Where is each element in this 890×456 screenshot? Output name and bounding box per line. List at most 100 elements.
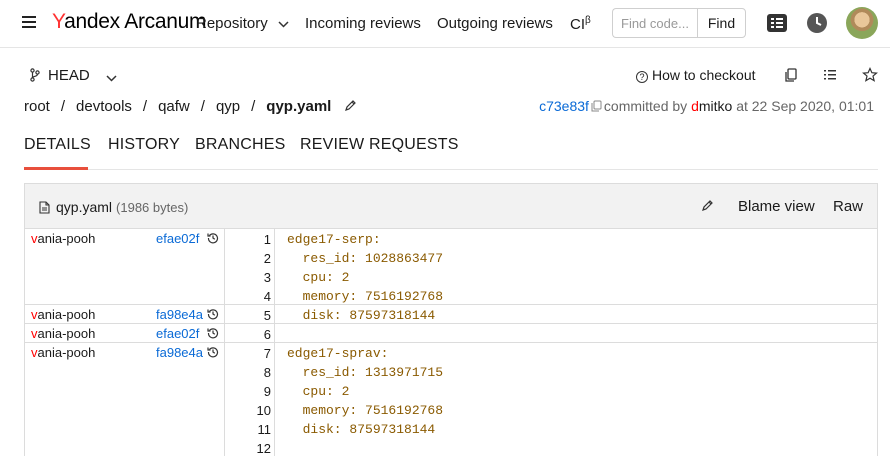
- chevron-down-icon: [106, 75, 117, 82]
- blame-view-button[interactable]: Blame view: [738, 198, 815, 215]
- line-number[interactable]: 11: [226, 422, 272, 437]
- line-number[interactable]: 12: [226, 441, 271, 456]
- blame-group-divider: [25, 342, 877, 343]
- tab-history[interactable]: HISTORY: [108, 136, 180, 154]
- blame-row: vania-pooh efae02f: [25, 229, 225, 248]
- how-to-checkout-link[interactable]: ? How to checkout: [636, 67, 756, 83]
- history-icon[interactable]: [207, 308, 219, 320]
- blame-author-rest: ania-pooh: [37, 307, 96, 322]
- code-line: memory: 7516192768: [287, 289, 444, 304]
- top-bar: Yandex Arcanum Repository Incoming revie…: [0, 0, 890, 48]
- breadcrumb-separator: /: [142, 98, 148, 115]
- blame-commit-link[interactable]: efae02f: [156, 326, 199, 341]
- nav-repository-label: Repository: [196, 15, 268, 32]
- breadcrumb-qyp[interactable]: qyp: [216, 98, 240, 115]
- code-line: edge17-sprav:: [287, 346, 389, 361]
- line-number[interactable]: 2: [226, 251, 271, 266]
- nav-ci[interactable]: CIβ: [570, 15, 591, 33]
- blame-author-rest: ania-pooh: [37, 326, 96, 341]
- line-number[interactable]: 3: [226, 270, 271, 285]
- copy-icon[interactable]: [591, 100, 602, 112]
- branch-name: HEAD: [48, 67, 90, 84]
- line-number[interactable]: 5: [226, 308, 271, 323]
- blame-author[interactable]: vania-pooh: [31, 326, 95, 341]
- code-line: res_id: 1313971715: [287, 365, 444, 380]
- commit-info: c73e83f committed by dmitko at 22 Sep 202…: [539, 98, 874, 114]
- blame-commit-link[interactable]: fa98e4a: [156, 307, 203, 322]
- active-tab-indicator: [24, 167, 88, 170]
- code-line: cpu: 2: [287, 384, 350, 399]
- nav-repository[interactable]: Repository: [196, 15, 289, 32]
- logo[interactable]: Yandex Arcanum: [52, 10, 206, 34]
- line-number[interactable]: 1: [226, 232, 271, 247]
- file-panel: qyp.yaml (1986 bytes) Blame view Raw vani…: [24, 183, 878, 456]
- breadcrumb-devtools[interactable]: devtools: [76, 98, 132, 115]
- logo-initial: Y: [52, 10, 65, 33]
- code-line: edge17-serp:: [287, 232, 381, 247]
- raw-button[interactable]: Raw: [833, 198, 863, 215]
- blame-commit-link[interactable]: efae02f: [156, 231, 199, 246]
- blame-row: vania-pooh efae02f: [25, 324, 225, 343]
- commit-author-initial: d: [691, 98, 699, 114]
- star-icon[interactable]: [862, 67, 878, 83]
- tab-review-requests[interactable]: REVIEW REQUESTS: [300, 136, 459, 154]
- breadcrumb-qafw[interactable]: qafw: [158, 98, 190, 115]
- avatar[interactable]: [846, 7, 878, 39]
- list-icon[interactable]: [766, 12, 788, 34]
- tabs-divider: [24, 169, 878, 170]
- nav-ci-label: CI: [570, 16, 585, 33]
- line-number[interactable]: 8: [226, 365, 271, 380]
- nav-incoming-reviews[interactable]: Incoming reviews: [305, 15, 421, 32]
- find-button[interactable]: Find: [697, 8, 746, 38]
- file-header: qyp.yaml (1986 bytes) Blame view Raw: [25, 184, 877, 229]
- branch-icon: [30, 68, 40, 82]
- blame-row: vania-pooh fa98e4a: [25, 305, 225, 324]
- search-input[interactable]: [612, 8, 698, 38]
- chevron-down-icon: [278, 21, 289, 28]
- committed-by-label: committed by: [603, 98, 688, 114]
- list-view-icon[interactable]: [822, 67, 838, 83]
- blame-group-divider: [25, 323, 877, 324]
- history-icon[interactable]: [207, 327, 219, 339]
- blame-author[interactable]: vania-pooh: [31, 307, 95, 322]
- commit-author[interactable]: dmitko: [691, 98, 732, 114]
- line-number[interactable]: 6: [226, 327, 271, 342]
- commit-author-rest: mitko: [698, 98, 733, 114]
- breadcrumb-root[interactable]: root: [24, 98, 50, 115]
- clock-icon[interactable]: [806, 12, 828, 34]
- question-icon: ?: [636, 71, 648, 83]
- nav-outgoing-reviews[interactable]: Outgoing reviews: [437, 15, 553, 32]
- blame-author[interactable]: vania-pooh: [31, 345, 95, 360]
- file-name: qyp.yaml: [56, 199, 113, 215]
- history-icon[interactable]: [207, 346, 219, 358]
- code-line: disk: 87597318144: [287, 422, 436, 437]
- logo-text: andex Arcanum: [64, 10, 207, 33]
- blame-commit-link[interactable]: fa98e4a: [156, 345, 203, 360]
- breadcrumb-current-file: qyp.yaml: [266, 98, 332, 115]
- menu-icon[interactable]: [22, 16, 36, 28]
- line-number[interactable]: 4: [226, 289, 271, 304]
- history-icon[interactable]: [207, 232, 219, 244]
- blame-group-divider: [25, 304, 877, 305]
- code-line: disk: 87597318144: [287, 308, 436, 323]
- branch-selector[interactable]: HEAD: [30, 67, 125, 84]
- code-line: cpu: 2: [287, 270, 350, 285]
- blame-author[interactable]: vania-pooh: [31, 231, 95, 246]
- commit-hash-link[interactable]: c73e83f: [539, 98, 589, 114]
- line-number[interactable]: 7: [226, 346, 271, 361]
- nav-ci-beta: β: [585, 15, 591, 26]
- copy-icon[interactable]: [783, 67, 799, 83]
- code-line: memory: 7516192768: [287, 403, 444, 418]
- tab-branches[interactable]: BRANCHES: [195, 136, 286, 154]
- line-number[interactable]: 9: [226, 384, 271, 399]
- how-to-checkout-label: How to checkout: [652, 67, 756, 83]
- tab-details[interactable]: DETAILS: [24, 136, 91, 154]
- line-number[interactable]: 10: [226, 403, 271, 418]
- file-title: qyp.yaml (1986 bytes): [39, 199, 188, 215]
- pencil-icon[interactable]: [701, 199, 714, 212]
- blame-author-rest: ania-pooh: [37, 345, 96, 360]
- file-size: (1986 bytes): [116, 200, 189, 215]
- pencil-icon[interactable]: [344, 99, 357, 112]
- breadcrumb-separator: /: [200, 98, 205, 115]
- commit-date: at 22 Sep 2020, 01:01: [736, 98, 874, 114]
